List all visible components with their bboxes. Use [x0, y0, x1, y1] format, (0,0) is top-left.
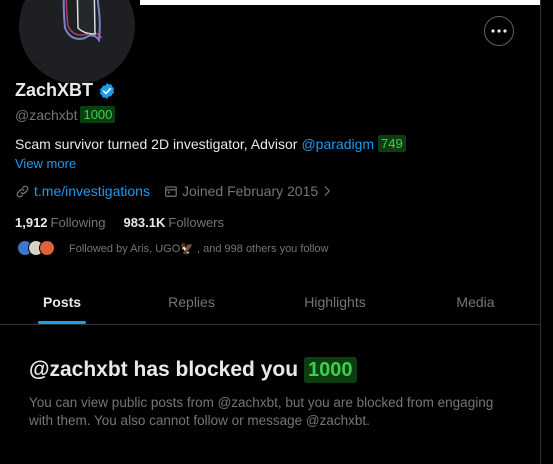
followed-by-row[interactable]: Followed by Aris, UGO🦅 , and 998 others … [17, 240, 328, 256]
calendar-icon [165, 186, 177, 197]
chevron-right-icon [324, 186, 331, 196]
blocked-notice-description: You can view public posts from @zachxbt,… [29, 395, 494, 428]
more-icon [491, 29, 507, 33]
profile-bio: Scam survivor turned 2D investigator, Ad… [15, 135, 406, 152]
profile-tabs: Posts Replies Highlights Media [0, 280, 540, 325]
tab-highlights[interactable]: Highlights [259, 280, 411, 324]
profile-meta-row: t.me/investigations Joined February 2015 [15, 183, 334, 199]
follow-counts: 1,912 Following 983.1K Followers [15, 215, 224, 230]
blocked-score-badge: 1000 [304, 357, 357, 383]
active-tab-indicator [38, 321, 86, 324]
more-button[interactable] [484, 16, 514, 46]
tab-posts-label: Posts [42, 294, 82, 310]
followers-label: Followers [168, 215, 225, 230]
following-label: Following [50, 215, 106, 230]
follower-avatar [39, 240, 55, 256]
profile-name-row: ZachXBT [15, 80, 116, 101]
tab-replies-label: Replies [168, 294, 215, 310]
profile-website-link[interactable]: t.me/investigations [34, 183, 150, 199]
bio-text: Scam survivor turned 2D investigator, Ad… [15, 135, 298, 152]
profile-avatar[interactable] [15, 0, 139, 88]
handle-row: @zachxbt 1000 [15, 106, 116, 123]
joined-date[interactable]: Joined February 2015 [164, 183, 334, 199]
tab-replies[interactable]: Replies [124, 280, 259, 324]
joined-text: Joined February 2015 [181, 183, 319, 199]
header-banner-edge [140, 0, 540, 5]
display-name: ZachXBT [15, 80, 94, 100]
verified-icon[interactable] [98, 82, 116, 100]
handle-score-badge: 1000 [80, 106, 116, 123]
tab-highlights-label: Highlights [304, 294, 366, 310]
tab-media-label: Media [456, 294, 495, 310]
column-divider [540, 0, 541, 464]
following-count: 1,912 [15, 215, 48, 230]
view-more-link[interactable]: View more [15, 156, 76, 171]
following-count-link[interactable]: 1,912 Following [15, 215, 105, 230]
tab-media[interactable]: Media [411, 280, 540, 324]
blocked-notice-title: @zachxbt has blocked you 1000 [29, 357, 357, 383]
avatar-image [62, 0, 103, 43]
blocked-title-text: @zachxbt has blocked you [29, 358, 299, 381]
link-icon [16, 185, 29, 197]
followed-by-text: Followed by Aris, UGO🦅 , and 998 others … [69, 242, 329, 255]
followers-count-link[interactable]: 983.1K Followers [123, 215, 224, 230]
bio-mention-link[interactable]: @paradigm [301, 136, 374, 152]
profile-handle: @zachxbt [15, 106, 78, 123]
followers-count: 983.1K [123, 215, 166, 230]
tab-posts[interactable]: Posts [0, 280, 124, 324]
mention-score-badge: 749 [378, 135, 406, 152]
